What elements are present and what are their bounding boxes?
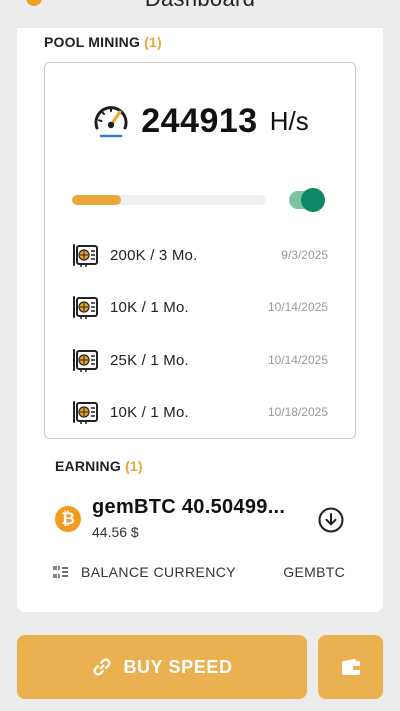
download-circle-icon[interactable] [318, 507, 344, 533]
earning-amount: gemBTC 40.50499... [92, 496, 286, 518]
earning-fiat-value: 44.56 $ [92, 524, 139, 540]
mining-plan-item: 25K / 1 Mo. 10/14/2025 [72, 347, 328, 373]
currency-list-icon [53, 566, 68, 578]
earning-label: EARNING [55, 458, 121, 474]
bitcoin-icon: ₿ [55, 506, 81, 532]
balance-currency-value: GEMBTC [283, 564, 345, 580]
buy-speed-button[interactable]: BUY SPEED [17, 635, 307, 699]
speedometer-icon [94, 106, 128, 138]
pool-mining-panel: 244913 H/s 200K / 3 Mo. 9/3/2025 10K / 1… [44, 62, 356, 439]
plan-label: 10K / 1 Mo. [110, 403, 189, 421]
mining-rig-icon [73, 244, 98, 267]
hashrate-display: 244913 H/s [45, 101, 355, 141]
plan-date: 9/3/2025 [281, 248, 328, 262]
dashboard-card: POOL MINING (1) 244913 H/s 200K / 3 Mo. … [17, 28, 383, 612]
hashrate-value: 244913 [141, 101, 258, 140]
mining-plan-item: 10K / 1 Mo. 10/14/2025 [72, 294, 328, 320]
link-icon [93, 658, 111, 676]
mining-progress-bar [72, 195, 266, 205]
wallet-icon [341, 658, 360, 675]
mining-plan-item: 200K / 3 Mo. 9/3/2025 [72, 242, 328, 268]
plan-label: 200K / 3 Mo. [110, 246, 198, 264]
pool-mining-count: (1) [144, 34, 162, 50]
mining-rig-icon [73, 401, 98, 424]
balance-currency-label: BALANCE CURRENCY [81, 564, 236, 580]
plan-date: 10/14/2025 [267, 353, 328, 367]
balance-currency-row[interactable]: BALANCE CURRENCY GEMBTC [53, 562, 345, 582]
pool-mining-label: POOL MINING [44, 34, 141, 50]
pool-mining-title: POOL MINING (1) [44, 34, 162, 50]
mining-rig-icon [73, 349, 98, 372]
earning-title: EARNING (1) [55, 458, 143, 474]
plan-label: 25K / 1 Mo. [110, 351, 189, 369]
mining-progress-fill [72, 195, 121, 205]
mining-rig-icon [73, 296, 98, 319]
plan-date: 10/14/2025 [267, 300, 328, 314]
plan-date: 10/18/2025 [267, 405, 328, 419]
buy-speed-label: BUY SPEED [123, 656, 233, 677]
mining-toggle-knob [301, 188, 325, 212]
top-app-bar: Dashboard [0, 0, 400, 28]
wallet-button[interactable] [318, 635, 383, 699]
earning-item: ₿ gemBTC 40.50499... 44.56 $ [55, 496, 355, 544]
hashrate-unit: H/s [269, 105, 309, 136]
mining-toggle[interactable] [289, 188, 325, 212]
mining-plan-item: 10K / 1 Mo. 10/18/2025 [72, 399, 328, 425]
plan-label: 10K / 1 Mo. [110, 298, 189, 316]
earning-count: (1) [125, 458, 143, 474]
page-title: Dashboard [0, 0, 400, 12]
